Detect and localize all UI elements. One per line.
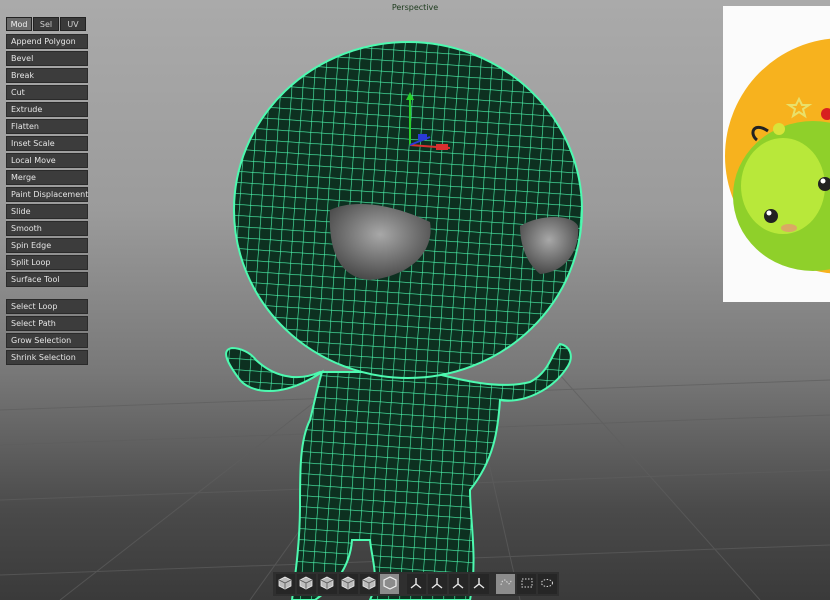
split-loop-button[interactable]: Split Loop: [6, 255, 88, 270]
head-mesh: [233, 41, 583, 379]
cube-edge-icon: [299, 575, 313, 594]
shrink-selection-button[interactable]: Shrink Selection: [6, 350, 88, 365]
paint-displacement-button[interactable]: Paint Displacement: [6, 187, 88, 202]
axis-world-icon: [451, 575, 465, 594]
merge-button[interactable]: Merge: [6, 170, 88, 185]
marquee-ellipse-icon: [540, 575, 554, 594]
cube-vertex-icon: [278, 575, 292, 594]
local-move-button[interactable]: Local Move: [6, 153, 88, 168]
axis-xyz-button[interactable]: [427, 574, 447, 594]
reference-image: [723, 6, 830, 302]
tab-uv[interactable]: UV: [60, 17, 86, 31]
cube-object-button[interactable]: [338, 574, 358, 594]
select-path-button[interactable]: Select Path: [6, 316, 88, 331]
append-polygon-button[interactable]: Append Polygon: [6, 34, 88, 49]
inset-scale-button[interactable]: Inset Scale: [6, 136, 88, 151]
body-mesh: [225, 342, 572, 600]
axis-y-button[interactable]: [407, 574, 426, 594]
bottom-toolbar: [273, 572, 559, 596]
marquee-rect-button[interactable]: [517, 574, 537, 594]
cube-vertex-button[interactable]: [276, 574, 295, 594]
axis-y-icon: [409, 575, 423, 594]
cube-object-icon: [341, 575, 355, 594]
slide-button[interactable]: Slide: [6, 204, 88, 219]
break-button[interactable]: Break: [6, 68, 88, 83]
cube-solid-icon: [362, 575, 376, 594]
grow-selection-button[interactable]: Grow Selection: [6, 333, 88, 348]
lasso-button[interactable]: [496, 574, 516, 594]
axis-local-button[interactable]: [469, 574, 489, 594]
axis-xyz-icon: [430, 575, 444, 594]
cube-wire-button[interactable]: [380, 574, 400, 594]
pear-character-illustration: [725, 38, 830, 274]
viewport-perspective[interactable]: Perspective Mod Sel UV Append Polygon Bevel…: [0, 0, 830, 600]
select-loop-button[interactable]: Select Loop: [6, 299, 88, 314]
cut-button[interactable]: Cut: [6, 85, 88, 100]
tab-sel[interactable]: Sel: [33, 17, 59, 31]
lasso-icon: [499, 575, 513, 594]
marquee-ellipse-button[interactable]: [538, 574, 557, 594]
select-tools-panel: Select Loop Select Path Grow Selection Shri…: [6, 299, 88, 367]
flatten-button[interactable]: Flatten: [6, 119, 88, 134]
cube-face-button[interactable]: [317, 574, 337, 594]
mesh-model[interactable]: [0, 0, 830, 600]
tab-mod[interactable]: Mod: [6, 17, 32, 31]
marquee-rect-icon: [520, 575, 534, 594]
viewport-title: Perspective: [391, 3, 439, 12]
mode-tabs: Mod Sel UV: [6, 17, 86, 31]
cube-face-icon: [320, 575, 334, 594]
smooth-button[interactable]: Smooth: [6, 221, 88, 236]
cube-edge-button[interactable]: [296, 574, 316, 594]
mod-tools-panel: Append Polygon Bevel Break Cut Extrude Flatte…: [6, 34, 88, 289]
extrude-button[interactable]: Extrude: [6, 102, 88, 117]
axis-local-icon: [472, 575, 486, 594]
cube-solid-button[interactable]: [359, 574, 379, 594]
axis-world-button[interactable]: [448, 574, 468, 594]
bevel-button[interactable]: Bevel: [6, 51, 88, 66]
spin-edge-button[interactable]: Spin Edge: [6, 238, 88, 253]
cube-wire-icon: [383, 575, 397, 594]
surface-tool-button[interactable]: Surface Tool: [6, 272, 88, 287]
